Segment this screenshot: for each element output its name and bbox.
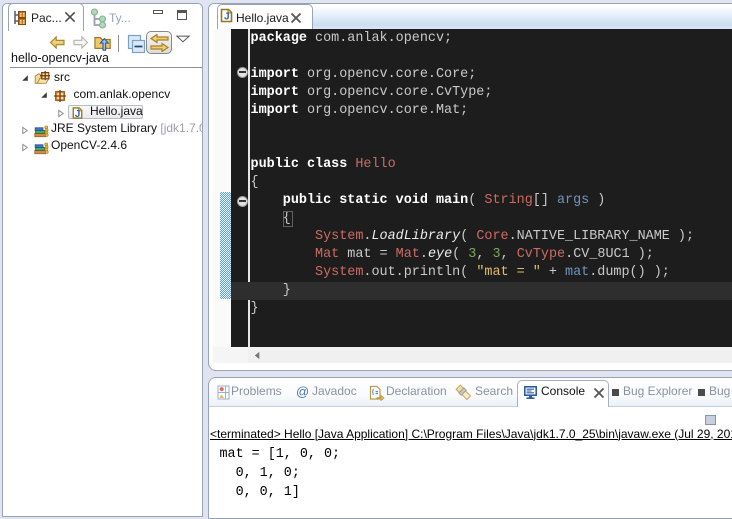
svg-text:J: J xyxy=(224,12,230,23)
svg-text:J: J xyxy=(75,109,80,120)
